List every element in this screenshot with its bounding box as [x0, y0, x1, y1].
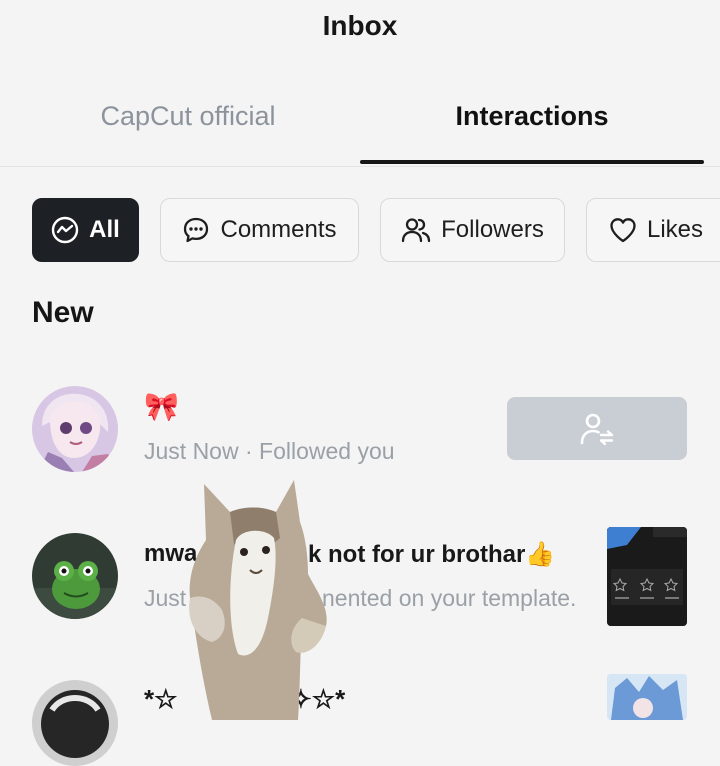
heart-icon — [610, 218, 636, 243]
active-tab-indicator — [360, 160, 704, 164]
tab-capcut-official[interactable]: CapCut official — [8, 80, 368, 166]
tab-interactions[interactable]: Interactions — [352, 80, 712, 166]
filter-likes-label: Likes — [647, 216, 704, 243]
notification-name[interactable]: *☆ — [144, 684, 177, 715]
filter-comments[interactable]: Comments — [160, 198, 359, 262]
section-title-new: New — [32, 296, 94, 329]
notification-meta-tail: nented on your template. — [322, 585, 577, 611]
notification-name[interactable]: 🎀 — [144, 390, 179, 423]
template-thumbnail[interactable] — [607, 527, 687, 626]
notification-meta: Just Now · Followed you — [144, 438, 395, 464]
notification-meta: Just — [144, 585, 187, 611]
follow-back-button[interactable] — [507, 397, 687, 460]
avatar[interactable] — [32, 533, 118, 619]
followers-icon — [401, 218, 431, 243]
anime-thumbnail[interactable] — [607, 674, 687, 720]
filter-followers[interactable]: Followers — [380, 198, 565, 262]
filter-all-label: All — [89, 216, 120, 243]
filter-likes[interactable]: Likes — [586, 198, 720, 262]
dancing-cat-sticker — [184, 478, 330, 720]
notification-name-tail: k not for ur brothar👍 — [308, 541, 556, 568]
person-swap-icon — [580, 413, 614, 445]
avatar[interactable] — [32, 386, 118, 472]
comment-icon — [184, 217, 209, 243]
filter-followers-label: Followers — [441, 216, 544, 243]
filter-all[interactable]: All — [32, 198, 139, 262]
all-icon — [51, 216, 79, 244]
avatar[interactable] — [32, 680, 118, 766]
inbox-tabs: CapCut official Interactions — [0, 80, 720, 167]
filter-comments-label: Comments — [220, 216, 337, 243]
page-title: Inbox — [322, 10, 398, 41]
